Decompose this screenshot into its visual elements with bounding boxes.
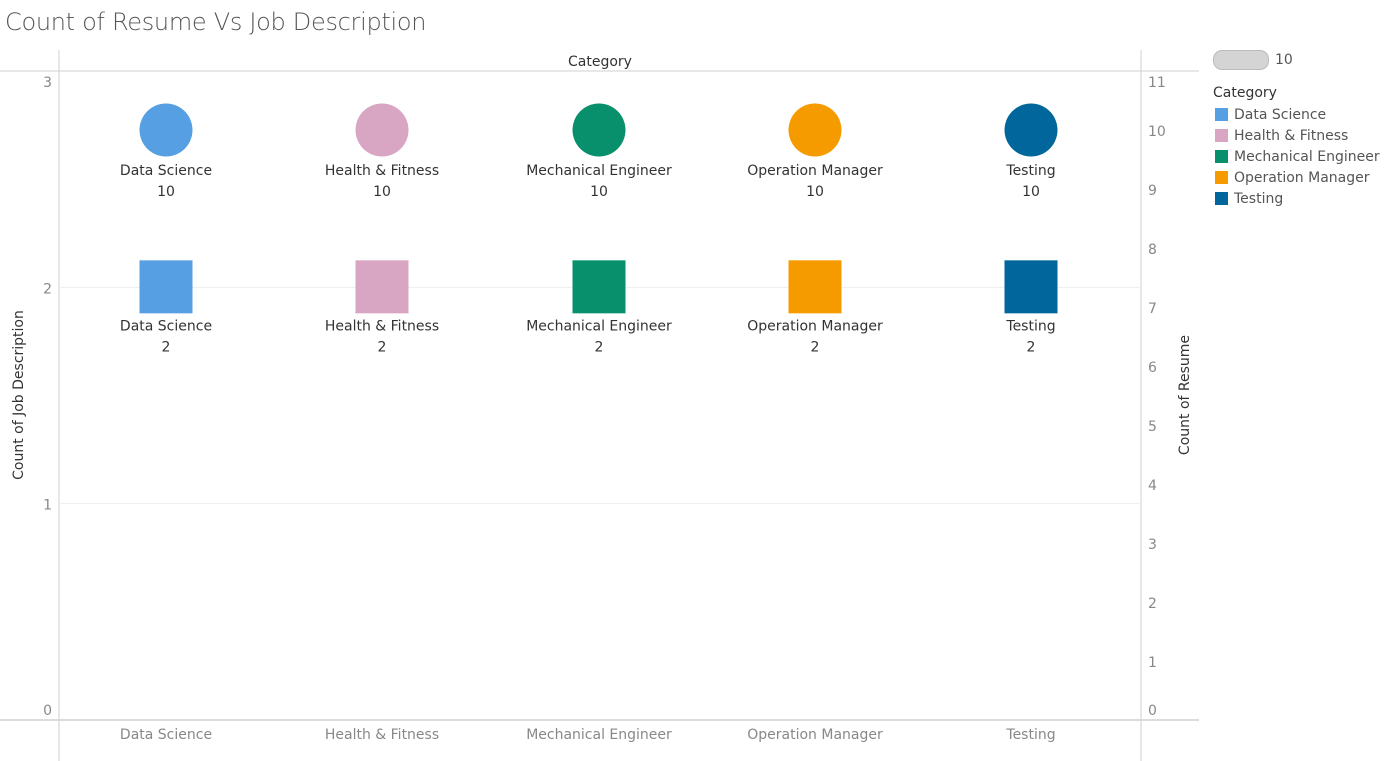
- job-description-square-mark: [1004, 260, 1058, 314]
- x-tick-label: Mechanical Engineer: [526, 727, 672, 743]
- square-category-label: Testing: [1005, 318, 1055, 334]
- x-tick-label: Data Science: [120, 727, 212, 743]
- right-tick-label: 9: [1148, 183, 1157, 199]
- legend-swatch: [1215, 108, 1228, 121]
- legend-swatch: [1215, 129, 1228, 142]
- left-tick-label: 1: [43, 498, 52, 514]
- legend: Data Science Health & Fitness Mechanical E…: [1215, 104, 1380, 209]
- size-legend-pill: [1213, 50, 1269, 70]
- right-tick-label: 11: [1148, 75, 1166, 91]
- legend-item[interactable]: Data Science: [1215, 104, 1380, 125]
- circle-category-label: Testing: [1005, 163, 1055, 179]
- legend-swatch: [1215, 171, 1228, 184]
- chart-area: Category 0 1 2 3 0 1 2 3 4 5 6 7 8 9 10 11 Count of Job D…: [0, 50, 1199, 761]
- square-value-label: 2: [811, 339, 820, 355]
- size-legend: 10: [1213, 50, 1293, 70]
- legend-label: Data Science: [1234, 106, 1327, 123]
- left-tick-label: 2: [43, 281, 52, 297]
- right-tick-label: 6: [1148, 360, 1157, 376]
- legend-swatch: [1215, 150, 1228, 163]
- square-value-label: 2: [162, 339, 171, 355]
- x-tick-label: Operation Manager: [747, 727, 883, 743]
- legend-swatch: [1215, 192, 1228, 205]
- right-tick-label: 10: [1148, 124, 1166, 140]
- job-description-square-mark: [788, 260, 842, 314]
- circle-category-label: Health & Fitness: [325, 163, 439, 179]
- resume-circle-mark: [355, 103, 409, 157]
- legend-label: Operation Manager: [1234, 169, 1370, 186]
- resume-circle-mark: [788, 103, 842, 157]
- legend-label: Health & Fitness: [1234, 127, 1349, 144]
- circle-value-label: 10: [373, 184, 391, 200]
- circle-value-label: 10: [157, 184, 175, 200]
- legend-label: Testing: [1234, 190, 1284, 207]
- legend-item[interactable]: Testing: [1215, 188, 1380, 209]
- x-tick-label: Testing: [1005, 727, 1055, 743]
- right-tick-label: 8: [1148, 242, 1157, 258]
- circle-category-label: Data Science: [120, 163, 212, 179]
- square-category-label: Data Science: [120, 318, 212, 334]
- job-description-square-mark: [139, 260, 193, 314]
- circle-category-label: Mechanical Engineer: [526, 163, 672, 179]
- circle-value-label: 10: [590, 184, 608, 200]
- right-tick-label: 7: [1148, 301, 1157, 317]
- resume-circle-mark: [139, 103, 193, 157]
- right-tick-label: 2: [1148, 596, 1157, 612]
- square-value-label: 2: [595, 339, 604, 355]
- square-category-label: Operation Manager: [747, 318, 883, 334]
- circle-category-label: Operation Manager: [747, 163, 883, 179]
- right-tick-label: 0: [1148, 703, 1157, 719]
- size-legend-value: 10: [1275, 52, 1293, 68]
- resume-circle-mark: [572, 103, 626, 157]
- x-tick-label: Health & Fitness: [325, 727, 439, 743]
- legend-title: Category: [1213, 85, 1277, 101]
- right-tick-label: 4: [1148, 478, 1157, 494]
- resume-circle-mark: [1004, 103, 1058, 157]
- legend-item[interactable]: Operation Manager: [1215, 167, 1380, 188]
- square-category-label: Health & Fitness: [325, 318, 439, 334]
- legend-label: Mechanical Engineer: [1234, 148, 1380, 165]
- right-tick-label: 5: [1148, 419, 1157, 435]
- left-tick-label: 0: [43, 703, 52, 719]
- top-header-label: Category: [568, 54, 632, 70]
- square-category-label: Mechanical Engineer: [526, 318, 672, 334]
- square-value-label: 2: [1027, 339, 1036, 355]
- circle-value-label: 10: [806, 184, 824, 200]
- legend-item[interactable]: Mechanical Engineer: [1215, 146, 1380, 167]
- job-description-square-mark: [355, 260, 409, 314]
- legend-item[interactable]: Health & Fitness: [1215, 125, 1380, 146]
- circle-value-label: 10: [1022, 184, 1040, 200]
- right-tick-label: 1: [1148, 655, 1157, 671]
- right-axis-title: Count of Resume: [1177, 335, 1193, 455]
- job-description-square-mark: [572, 260, 626, 314]
- square-value-label: 2: [378, 339, 387, 355]
- left-axis-title: Count of Job Description: [11, 310, 27, 480]
- right-tick-label: 3: [1148, 537, 1157, 553]
- left-tick-label: 3: [43, 75, 52, 91]
